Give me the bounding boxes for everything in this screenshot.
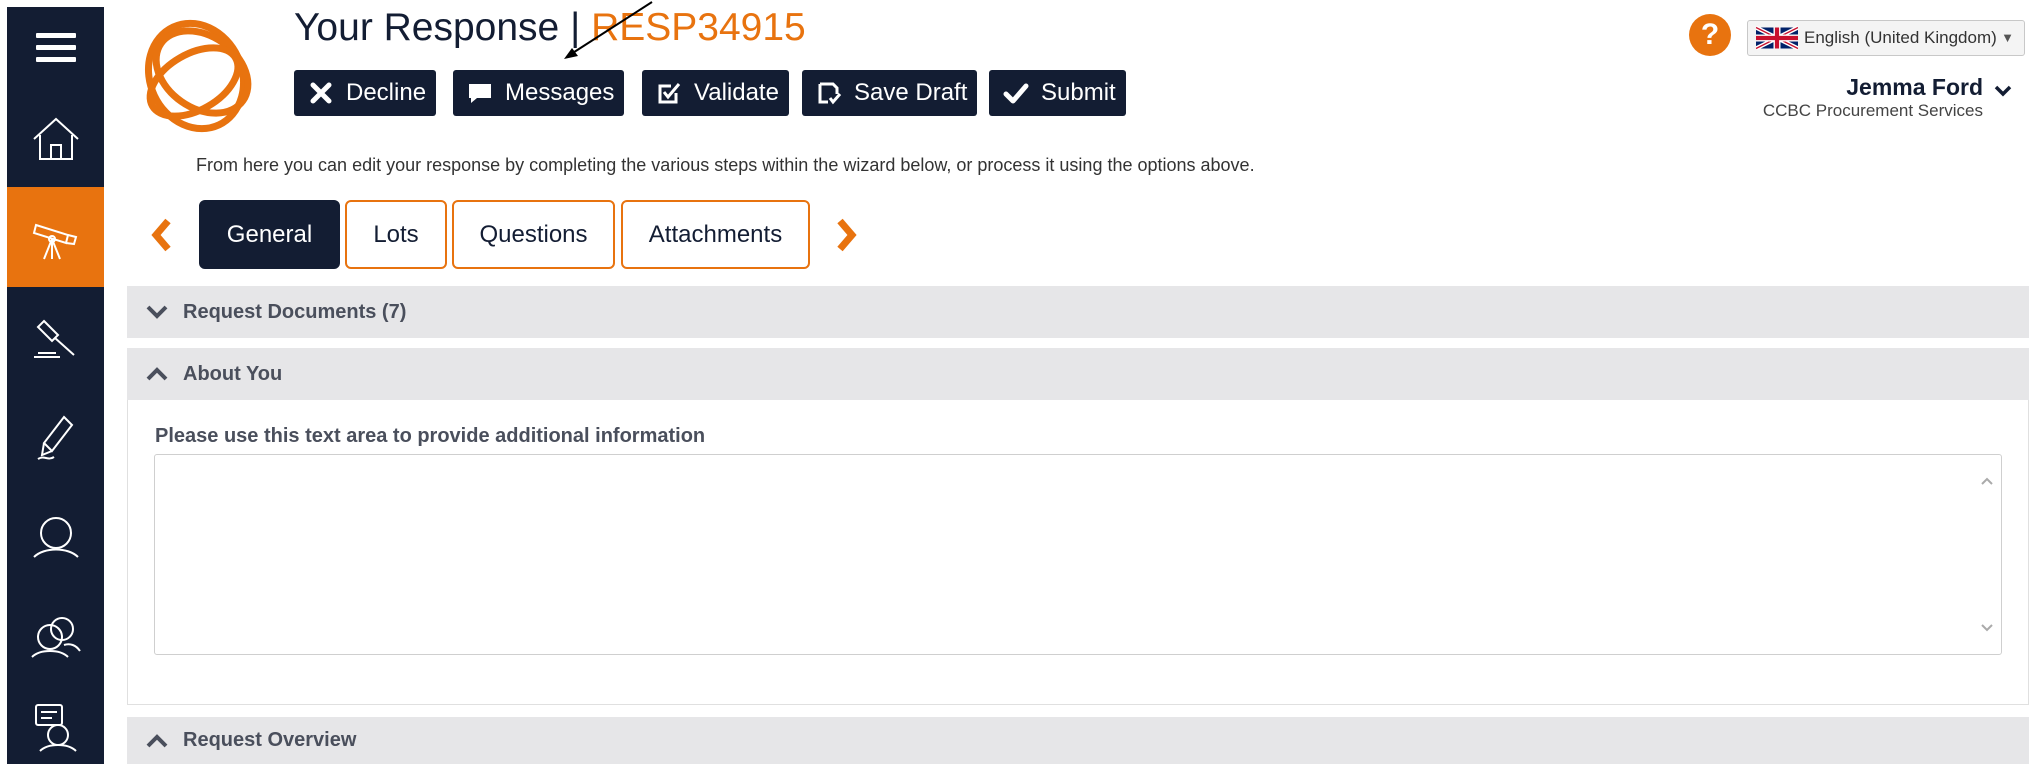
sidebar-item-opportunities[interactable] [7, 187, 104, 287]
user-icon [32, 517, 79, 558]
gavel-icon [33, 319, 75, 358]
close-icon [310, 82, 332, 104]
caret-down-icon: ▼ [2001, 30, 2014, 45]
user-message-icon [34, 704, 77, 752]
tab-attachments-label: Attachments [648, 220, 783, 248]
annotation-arrow [564, 1, 653, 59]
sidebar-item-responses[interactable] [7, 387, 104, 487]
save-draft-button[interactable]: Save Draft [802, 70, 977, 116]
chevron-down-icon[interactable] [1993, 84, 2013, 98]
decline-label: Decline [346, 79, 427, 106]
users-icon [30, 617, 81, 658]
save-draft-icon [818, 82, 842, 105]
menu-icon [35, 33, 76, 62]
section-request-documents-label: Request Documents (7) [183, 300, 407, 323]
page: Your Response | RESP34915 Decline Messag… [0, 0, 2029, 764]
tab-questions[interactable]: Questions [452, 200, 615, 269]
chevron-up-icon [146, 367, 168, 381]
additional-info-textarea[interactable] [154, 454, 2002, 655]
sidebar-item-messages[interactable] [7, 677, 104, 764]
scroll-down-icon[interactable] [1979, 622, 1995, 634]
sidebar-item-auctions[interactable] [7, 287, 104, 387]
save-draft-label: Save Draft [854, 79, 968, 106]
telescope-icon [32, 223, 77, 260]
validate-button[interactable]: Validate [642, 70, 789, 116]
language-label: English (United Kingdom) [1804, 28, 1997, 47]
user-organisation: CCBC Procurement Services [1762, 101, 1983, 120]
section-about-you[interactable]: About You [127, 348, 2029, 400]
uk-flag-icon [1756, 26, 1798, 50]
decline-button[interactable]: Decline [294, 70, 436, 116]
submit-button[interactable]: Submit [989, 70, 1126, 116]
menu-button[interactable] [7, 7, 104, 87]
tab-general[interactable]: General [199, 200, 340, 269]
check-square-icon [658, 83, 681, 104]
tab-next-arrow-icon[interactable] [834, 218, 858, 252]
title-prefix: Your Response | [294, 6, 592, 49]
help-icon: ? [1700, 18, 1720, 51]
tab-prev-arrow-icon[interactable] [150, 218, 174, 252]
check-icon [1003, 83, 1029, 104]
scroll-up-icon[interactable] [1979, 475, 1995, 487]
validate-label: Validate [694, 79, 779, 106]
sidebar-item-team[interactable] [7, 587, 104, 687]
section-request-documents[interactable]: Request Documents (7) [127, 286, 2029, 338]
tab-lots-label: Lots [373, 220, 419, 248]
chevron-down-icon [146, 305, 168, 319]
messages-label: Messages [505, 79, 615, 106]
section-request-overview[interactable]: Request Overview [127, 717, 2029, 764]
tab-questions-label: Questions [479, 220, 588, 248]
submit-label: Submit [1041, 79, 1116, 106]
home-icon [32, 117, 79, 160]
tab-general-label: General [226, 220, 313, 248]
section-about-you-label: About You [183, 362, 283, 385]
user-name[interactable]: Jemma Ford [1846, 74, 1983, 101]
chat-bubble-icon [469, 84, 491, 103]
tab-attachments[interactable]: Attachments [621, 200, 810, 269]
chevron-up-icon [146, 733, 168, 747]
help-button[interactable]: ? [1689, 14, 1731, 56]
tab-lots[interactable]: Lots [345, 200, 447, 269]
sidebar [7, 7, 104, 764]
sidebar-item-profile[interactable] [7, 487, 104, 587]
page-title: Your Response | RESP34915 [294, 6, 806, 50]
pen-icon [36, 415, 73, 460]
sidebar-item-home[interactable] [7, 89, 104, 189]
messages-button[interactable]: Messages [453, 70, 624, 116]
language-select[interactable]: English (United Kingdom) ▼ [1747, 20, 2025, 56]
additional-info-label: Please use this text area to provide add… [155, 425, 706, 447]
wizard-help-text: From here you can edit your response by … [196, 155, 1255, 175]
section-request-overview-label: Request Overview [183, 729, 357, 751]
company-logo [144, 19, 252, 133]
